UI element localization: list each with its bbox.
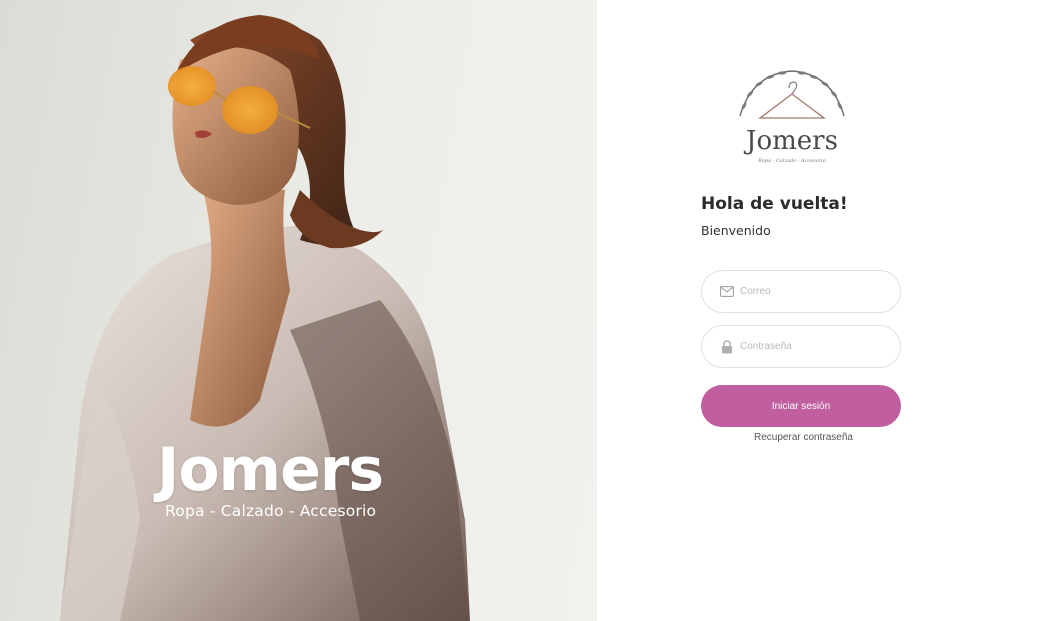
hero-photo [60, 15, 470, 621]
email-input[interactable] [740, 286, 880, 297]
recover-password-link[interactable]: Recuperar contraseña [701, 432, 906, 443]
brand-logo: Jomers Ropa · Calzado · Accesorio [732, 66, 852, 170]
hanger-wreath-icon: Jomers Ropa · Calzado · Accesorio [739, 70, 845, 164]
envelope-icon [719, 284, 734, 299]
login-greeting: Hola de vuelta! [701, 194, 848, 214]
hero-panel: Jomers Ropa - Calzado - Accesorio [0, 0, 597, 621]
password-field[interactable] [701, 325, 901, 368]
login-panel: Jomers Ropa · Calzado · Accesorio Hola d… [597, 0, 1040, 621]
hero-brand-tagline: Ropa - Calzado - Accesorio [165, 502, 377, 520]
password-input[interactable] [740, 341, 880, 352]
logo-subline: Ropa · Calzado · Accesorio [757, 158, 825, 164]
logo-wordmark: Jomers [743, 126, 838, 156]
lock-icon [719, 339, 734, 354]
login-button[interactable]: Iniciar sesión [701, 385, 901, 427]
hero-brand-title: Jomers [157, 435, 384, 505]
login-welcome: Bienvenido [701, 223, 771, 238]
email-field[interactable] [701, 270, 901, 313]
